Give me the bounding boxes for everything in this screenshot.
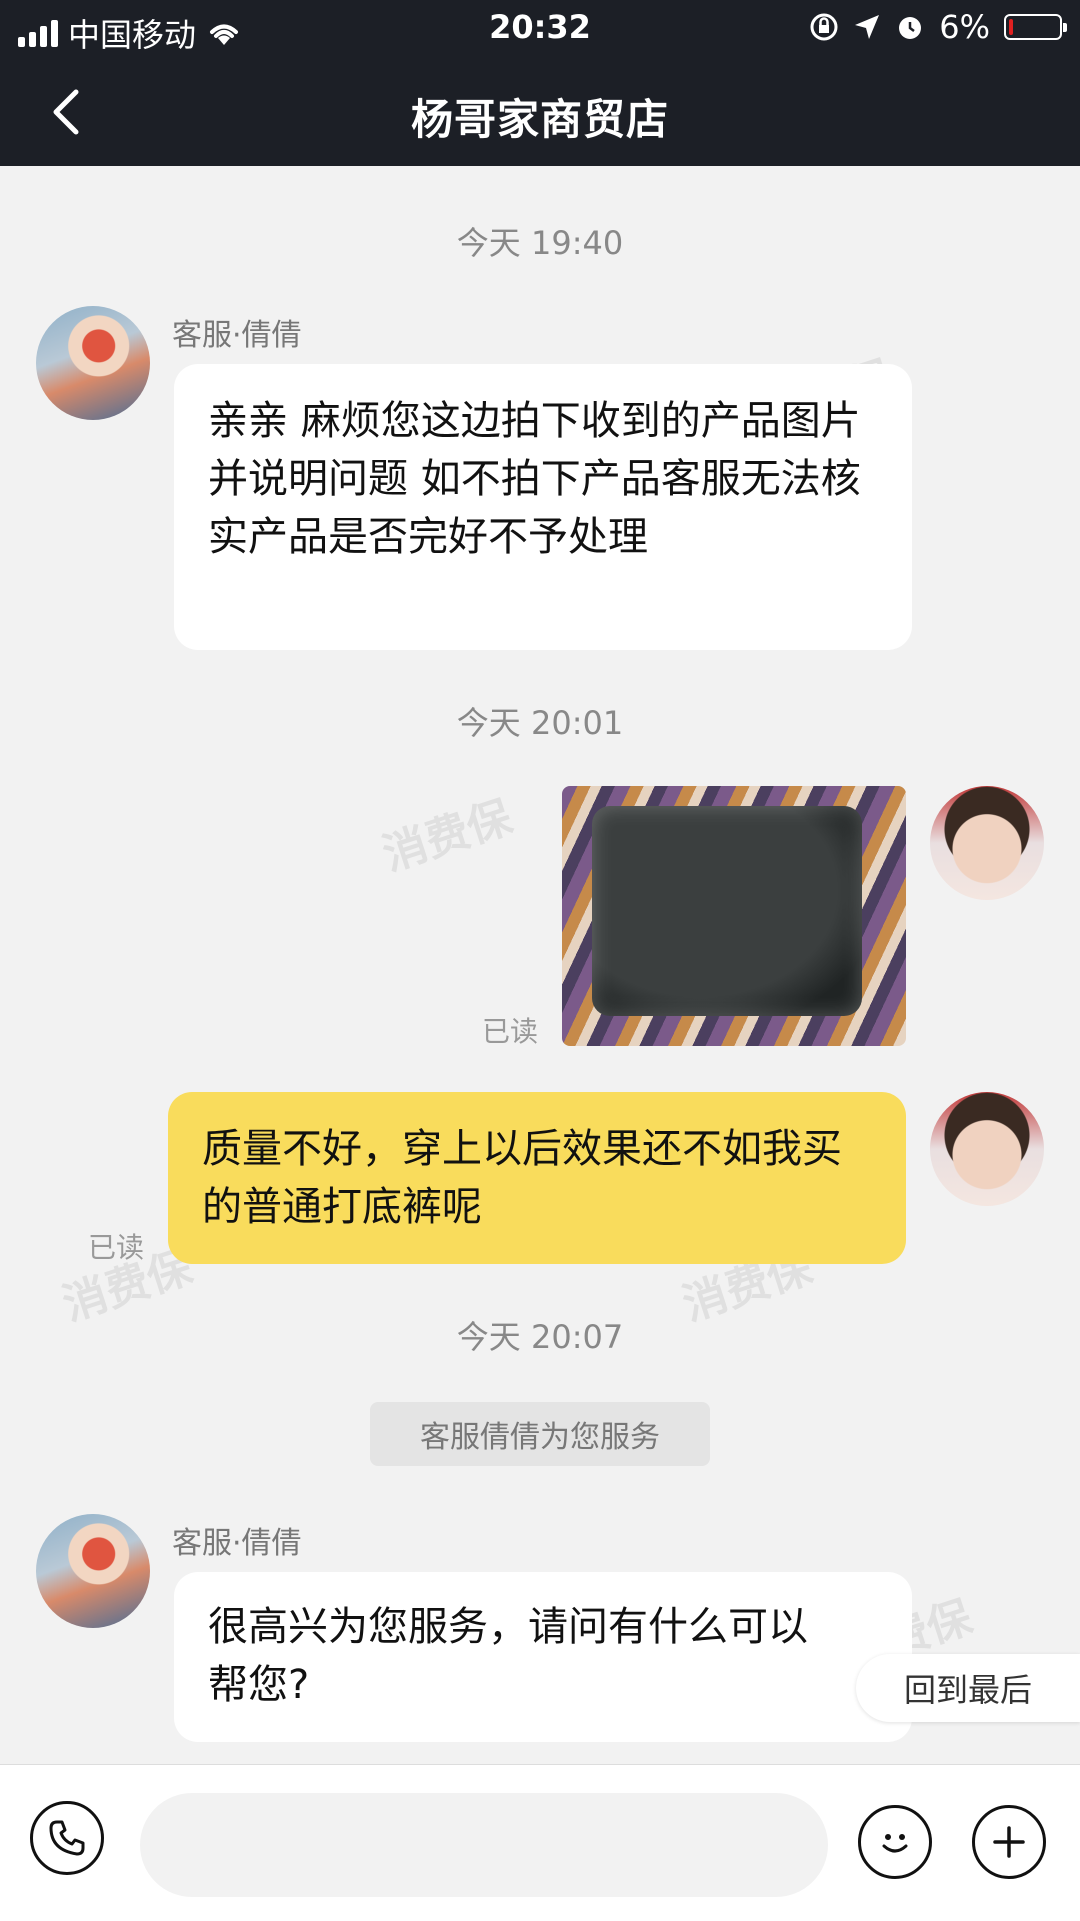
system-notice: 客服倩倩为您服务 [370,1402,710,1466]
timestamp: 今天 19:40 [456,224,624,262]
sender-name: 客服·倩倩 [172,1526,302,1561]
user-avatar[interactable] [930,786,1044,900]
message-input[interactable] [140,1793,828,1897]
plus-icon [993,1826,1025,1858]
call-button[interactable] [30,1801,104,1875]
sender-name: 客服·倩倩 [172,318,302,353]
page-title: 杨哥家商贸店 [410,95,669,144]
status-right: 6% [809,8,1067,46]
agent-avatar[interactable] [36,306,150,420]
agent-message[interactable]: 很高兴为您服务，请问有什么可以帮您? [174,1572,912,1742]
battery-percent: 6% [939,8,990,46]
alarm-icon [899,17,922,39]
product-photo [592,806,862,1016]
phone-icon [49,1820,85,1856]
input-bar [0,1764,1080,1921]
watermark-logo: 消费保 [376,791,519,881]
status-bar: 中国移动 20:32 6% [0,0,1080,60]
image-message[interactable] [562,786,906,1046]
battery-level [1009,19,1013,35]
add-button[interactable] [972,1805,1046,1879]
location-arrow-icon [855,15,880,39]
battery-icon [1004,14,1067,40]
header: 杨哥家商贸店 [0,60,1080,166]
agent-avatar[interactable] [36,1514,150,1628]
jump-to-latest-button[interactable]: 回到最后 [856,1654,1080,1722]
read-status: 已读 [482,1015,539,1048]
agent-message[interactable]: 亲亲 麻烦您这边拍下收到的产品图片并说明问题 如不拍下产品客服无法核实产品是否完… [174,364,912,650]
timestamp: 今天 20:01 [456,704,624,742]
read-status: 已读 [88,1231,145,1264]
user-message[interactable]: 质量不好，穿上以后效果还不如我买的普通打底裤呢 [168,1092,906,1264]
smiley-icon [882,1834,908,1853]
rotation-lock-icon [810,13,838,41]
user-avatar[interactable] [930,1092,1044,1206]
timestamp: 今天 20:07 [456,1318,624,1356]
emoji-button[interactable] [858,1805,932,1879]
